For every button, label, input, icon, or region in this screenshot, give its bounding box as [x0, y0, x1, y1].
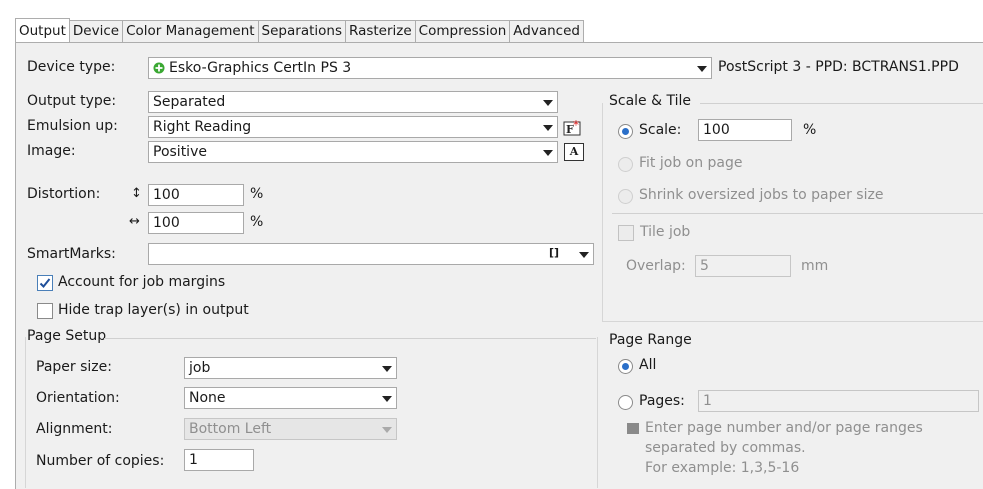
vertical-distortion-input[interactable]: 100	[148, 184, 244, 206]
output-type-label: Output type:	[27, 93, 117, 109]
checkmark-icon	[39, 278, 51, 288]
chevron-down-icon	[382, 427, 392, 433]
hide-trap-label: Hide trap layer(s) in output	[58, 302, 249, 318]
device-status-icon	[153, 62, 165, 74]
overlap-value: 5	[700, 258, 709, 274]
copies-input[interactable]: 1	[184, 449, 254, 471]
shrink-oversized-label: Shrink oversized jobs to paper size	[639, 187, 884, 203]
smartmarks-select[interactable]: []	[148, 243, 594, 265]
horizontal-distortion-icon: ↔	[129, 214, 140, 229]
pages-value: 1	[703, 393, 712, 409]
scale-radio[interactable]	[618, 124, 633, 139]
image-value: Positive	[153, 144, 207, 160]
tab-advanced[interactable]: Advanced	[509, 20, 584, 42]
image-select[interactable]: Positive	[148, 141, 558, 163]
all-pages-radio[interactable]	[618, 359, 633, 374]
emulsion-up-value: Right Reading	[153, 119, 252, 135]
output-type-select[interactable]: Separated	[148, 91, 558, 113]
device-type-select[interactable]: Esko-Graphics CertIn PS 3	[148, 57, 712, 79]
tab-rasterize[interactable]: Rasterize	[344, 20, 416, 42]
tab-output[interactable]: Output	[15, 18, 70, 42]
tab-color-management[interactable]: Color Management	[122, 20, 259, 42]
pages-radio[interactable]	[618, 395, 633, 410]
overlap-input[interactable]: 5	[695, 255, 791, 277]
chevron-down-icon	[579, 252, 589, 258]
page-setup-divider	[104, 338, 596, 339]
account-margins-label: Account for job margins	[58, 274, 226, 290]
pages-label: Pages:	[639, 393, 685, 409]
page-range-hint-3: For example: 1,3,5-16	[645, 460, 800, 476]
horizontal-distortion-unit: %	[250, 214, 264, 230]
chevron-down-icon	[382, 396, 392, 402]
image-label: Image:	[27, 143, 76, 159]
page-range-hint-2: separated by commas.	[645, 440, 806, 456]
paper-size-select[interactable]: job	[184, 357, 397, 379]
image-preview-icon: A	[564, 143, 584, 161]
tab-compression[interactable]: Compression	[414, 20, 511, 42]
scale-value: 100	[703, 122, 730, 138]
info-icon	[627, 423, 639, 434]
orientation-value: None	[189, 390, 226, 406]
all-pages-label: All	[639, 357, 657, 373]
horizontal-distortion-value: 100	[153, 215, 180, 231]
chevron-down-icon	[543, 150, 553, 156]
pages-input[interactable]: 1	[698, 390, 979, 412]
orientation-select[interactable]: None	[184, 387, 397, 409]
page-range-hint-1: Enter page number and/or page ranges	[645, 420, 923, 436]
scale-input[interactable]: 100	[698, 119, 792, 141]
paper-size-value: job	[189, 360, 211, 376]
chevron-down-icon	[697, 66, 707, 72]
orientation-label: Orientation:	[36, 390, 120, 406]
brackets-icon: []	[548, 246, 559, 259]
copies-label: Number of copies:	[36, 453, 165, 469]
chevron-down-icon	[382, 366, 392, 372]
output-type-value: Separated	[153, 94, 226, 110]
account-margins-checkbox[interactable]	[37, 275, 53, 291]
emulsion-up-select[interactable]: Right Reading	[148, 116, 558, 138]
ppd-info: PostScript 3 - PPD: BCTRANS1.PPD	[718, 59, 959, 75]
chevron-down-icon	[543, 125, 553, 131]
chevron-down-icon	[543, 100, 553, 106]
device-type-value: Esko-Graphics CertIn PS 3	[169, 60, 352, 76]
hide-trap-checkbox[interactable]	[37, 303, 53, 319]
shrink-oversized-radio[interactable]	[618, 189, 633, 204]
fit-job-label: Fit job on page	[639, 155, 743, 171]
tab-separations[interactable]: Separations	[257, 20, 346, 42]
alignment-value: Bottom Left	[189, 421, 272, 437]
device-type-label: Device type:	[27, 59, 116, 75]
distortion-label: Distortion:	[27, 186, 101, 202]
overlap-unit: mm	[801, 258, 829, 274]
tab-bar: Output Device Color Management Separatio…	[15, 18, 584, 42]
horizontal-distortion-input[interactable]: 100	[148, 212, 244, 234]
copies-value: 1	[189, 452, 198, 468]
tab-device[interactable]: Device	[68, 20, 124, 42]
vertical-distortion-unit: %	[250, 186, 264, 202]
emulsion-up-label: Emulsion up:	[27, 118, 118, 134]
tile-job-checkbox[interactable]	[618, 225, 634, 241]
vertical-distortion-value: 100	[153, 187, 180, 203]
page-range-title: Page Range	[609, 332, 692, 348]
paper-size-label: Paper size:	[36, 359, 112, 375]
tile-job-label: Tile job	[640, 224, 691, 240]
tile-divider	[612, 213, 983, 214]
scale-unit: %	[803, 122, 817, 138]
alignment-select[interactable]: Bottom Left	[184, 418, 397, 440]
alignment-label: Alignment:	[36, 421, 113, 437]
smartmarks-label: SmartMarks:	[27, 246, 116, 262]
scale-label: Scale:	[639, 122, 682, 138]
fit-job-radio[interactable]	[618, 157, 633, 172]
vertical-distortion-icon: ↕	[131, 186, 142, 201]
svg-text:*: *	[573, 118, 579, 132]
emulsion-preview-icon: F *	[563, 118, 581, 136]
overlap-label: Overlap:	[626, 258, 686, 274]
